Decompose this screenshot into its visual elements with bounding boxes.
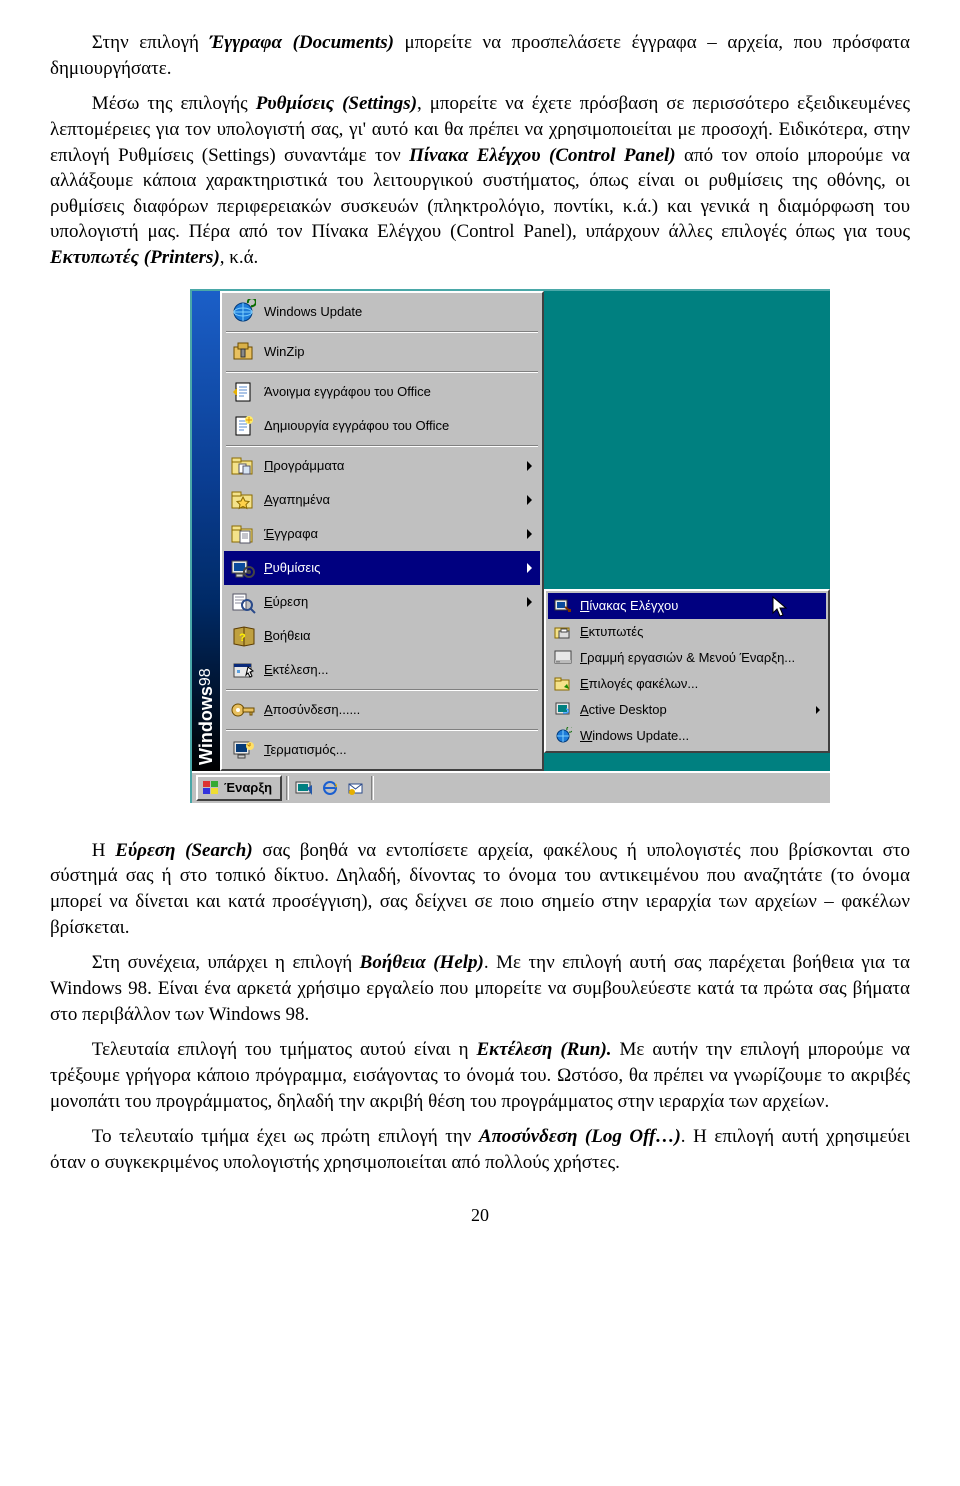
control-panel-icon — [552, 596, 574, 616]
submenu-arrow-icon — [527, 597, 532, 607]
active-desktop-icon — [552, 700, 574, 720]
paragraph-help: Στη συνέχεια, υπάρχει η επιλογή Βοήθεια … — [50, 950, 910, 1027]
folder-options-icon — [552, 674, 574, 694]
printers-folder-icon — [552, 622, 574, 642]
menu-item-documents[interactable]: Έγγραφα — [224, 517, 540, 551]
programs-folder-icon — [228, 452, 258, 480]
globe-refresh-icon — [228, 298, 258, 326]
menu-item-settings[interactable]: Ρυθμίσεις — [224, 551, 540, 585]
settings-icon — [228, 554, 258, 582]
submenu-item-taskbar[interactable]: Γραμμή εργασιών & Μενού Έναρξη... — [548, 645, 826, 671]
submenu-arrow-icon — [527, 563, 532, 573]
menu-label: Προγράμματα — [264, 457, 527, 475]
menu-separator — [226, 729, 538, 731]
windows98-banner: Windows98 — [192, 291, 220, 771]
quicklaunch-desktop[interactable] — [293, 777, 315, 799]
menu-label: Δημιουργία εγγράφου του Office — [264, 417, 534, 435]
taskbar: Έναρξη — [192, 771, 830, 803]
menu-item-windows-update[interactable]: Windows Update — [224, 295, 540, 329]
menu-label: Τερματισμός... — [264, 741, 534, 759]
menu-label: Εκτέλεση... — [264, 661, 534, 679]
menu-item-winzip[interactable]: WinZip — [224, 335, 540, 369]
start-button-label: Έναρξη — [224, 779, 272, 797]
menu-label: WinZip — [264, 343, 534, 361]
menu-label: Βοήθεια — [264, 627, 534, 645]
quicklaunch-ie[interactable] — [319, 777, 341, 799]
paragraph-run: Τελευταία επιλογή του τμήματος αυτού είν… — [50, 1037, 910, 1114]
menu-item-run[interactable]: Εκτέλεση... — [224, 653, 540, 687]
ie-icon — [321, 780, 339, 796]
paragraph-search: Η Εύρεση (Search) σας βοηθά να εντοπίσετ… — [50, 838, 910, 941]
submenu-arrow-icon — [527, 461, 532, 471]
submenu-item-folder-options[interactable]: Επιλογές φακέλων... — [548, 671, 826, 697]
logoff-key-icon — [228, 696, 258, 724]
menu-label: Έγγραφα — [264, 525, 527, 543]
menu-item-favorites[interactable]: Αγαπημένα — [224, 483, 540, 517]
menu-label: Ρυθμίσεις — [264, 559, 527, 577]
menu-label: Αποσύνδεση...... — [264, 701, 534, 719]
submenu-arrow-icon — [527, 529, 532, 539]
open-document-icon — [228, 378, 258, 406]
menu-item-logoff[interactable]: Αποσύνδεση...... — [224, 693, 540, 727]
shutdown-icon — [228, 736, 258, 764]
menu-label: Εύρεση — [264, 593, 527, 611]
paragraph-logoff: Το τελευταίο τμήμα έχει ως πρώτη επιλογή… — [50, 1124, 910, 1175]
menu-separator — [226, 689, 538, 691]
run-icon — [228, 656, 258, 684]
menu-item-new-office-doc[interactable]: Δημιουργία εγγράφου του Office — [224, 409, 540, 443]
submenu-label: Επιλογές φακέλων... — [580, 675, 820, 693]
mouse-cursor-icon — [772, 596, 792, 620]
submenu-arrow-icon — [816, 706, 820, 714]
submenu-label: Γραμμή εργασιών & Μενού Έναρξη... — [580, 649, 820, 667]
globe-refresh-small-icon — [552, 726, 574, 746]
menu-separator — [226, 371, 538, 373]
page-number: 20 — [50, 1203, 910, 1227]
start-menu-screenshot: Windows98 Windows Update WinZip — [190, 289, 910, 803]
submenu-label: Εκτυπωτές — [580, 623, 820, 641]
taskbar-separator — [286, 776, 289, 800]
paragraph-settings: Μέσω της επιλογής Ρυθμίσεις (Settings), … — [50, 91, 910, 270]
menu-separator — [226, 331, 538, 333]
winzip-icon — [228, 338, 258, 366]
submenu-label: Windows Update... — [580, 727, 820, 745]
start-menu: Windows Update WinZip Άνοιγμα εγγράφου τ… — [220, 291, 544, 771]
menu-item-search[interactable]: Εύρεση — [224, 585, 540, 619]
svg-text:?: ? — [239, 632, 246, 644]
menu-label: Windows Update — [264, 303, 534, 321]
menu-item-help[interactable]: ? Βοήθεια — [224, 619, 540, 653]
windows-flag-icon — [202, 780, 220, 796]
submenu-label: Active Desktop — [580, 701, 816, 719]
menu-separator — [226, 445, 538, 447]
submenu-item-windows-update[interactable]: Windows Update... — [548, 723, 826, 749]
menu-label: Αγαπημένα — [264, 491, 527, 509]
menu-label: Άνοιγμα εγγράφου του Office — [264, 383, 534, 401]
submenu-item-active-desktop[interactable]: Active Desktop — [548, 697, 826, 723]
taskbar-separator — [371, 776, 374, 800]
search-icon — [228, 588, 258, 616]
documents-folder-icon — [228, 520, 258, 548]
menu-item-programs[interactable]: Προγράμματα — [224, 449, 540, 483]
show-desktop-icon — [295, 780, 313, 796]
quicklaunch-outlook[interactable] — [345, 777, 367, 799]
submenu-item-printers[interactable]: Εκτυπωτές — [548, 619, 826, 645]
help-book-icon: ? — [228, 622, 258, 650]
paragraph-documents: Στην επιλογή Έγγραφα (Documents) μπορείτ… — [50, 30, 910, 81]
outlook-icon — [347, 780, 365, 796]
start-button[interactable]: Έναρξη — [196, 775, 282, 801]
new-document-icon — [228, 412, 258, 440]
menu-item-shutdown[interactable]: Τερματισμός... — [224, 733, 540, 767]
submenu-arrow-icon — [527, 495, 532, 505]
menu-item-open-office-doc[interactable]: Άνοιγμα εγγράφου του Office — [224, 375, 540, 409]
favorites-folder-icon — [228, 486, 258, 514]
taskbar-settings-icon — [552, 648, 574, 668]
